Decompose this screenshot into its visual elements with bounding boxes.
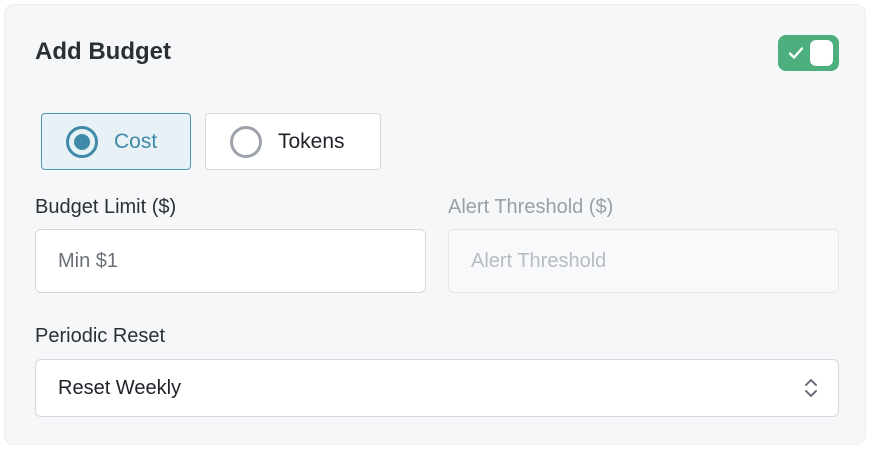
alert-threshold-label: Alert Threshold ($) xyxy=(448,196,614,218)
radio-dot xyxy=(74,133,90,150)
card-title: Add Budget xyxy=(35,38,171,65)
periodic-reset-select[interactable]: Reset Weekly xyxy=(35,359,839,417)
radio-unselected-icon xyxy=(230,125,262,158)
periodic-reset-value: Reset Weekly xyxy=(58,376,182,399)
chevron-up-down-icon xyxy=(805,379,817,397)
budget-type-cost-label: Cost xyxy=(114,129,158,153)
budget-type-tokens-label: Tokens xyxy=(278,129,345,153)
budget-type-tokens-radio[interactable]: Tokens xyxy=(205,113,381,170)
radio-selected-icon xyxy=(66,125,98,158)
budget-limit-label: Budget Limit ($) xyxy=(35,196,177,218)
toggle-knob xyxy=(810,40,833,66)
add-budget-card: Add Budget Cost Tokens Budget Limit ($) … xyxy=(4,4,866,445)
budget-limit-input[interactable] xyxy=(35,229,426,293)
alert-threshold-input[interactable] xyxy=(448,229,839,293)
periodic-reset-label: Periodic Reset xyxy=(35,325,166,347)
budget-enable-toggle[interactable] xyxy=(778,35,839,71)
budget-type-cost-radio[interactable]: Cost xyxy=(41,113,191,170)
check-icon xyxy=(788,47,804,59)
